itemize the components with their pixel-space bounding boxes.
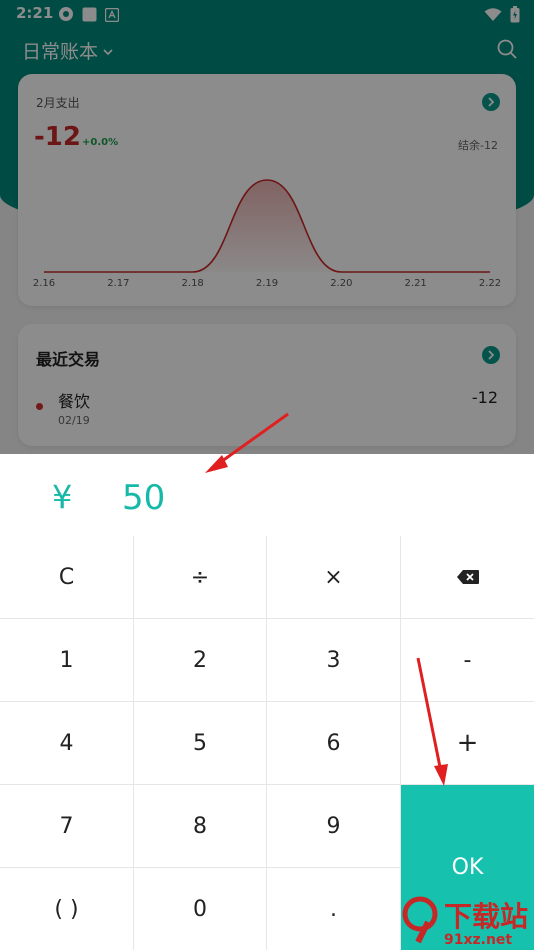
key-clear[interactable]: C <box>0 536 134 619</box>
key-7[interactable]: 7 <box>0 785 134 868</box>
watermark-logo-icon <box>400 894 440 948</box>
key-parentheses[interactable]: ( ) <box>0 868 134 950</box>
keypad-grid: C ÷ × 1 2 3 - 4 5 6 + 7 8 9 ( ) 0 . OK <box>0 536 534 950</box>
key-3[interactable]: 3 <box>267 619 401 702</box>
watermark-brand: 下载站 <box>443 900 528 933</box>
key-multiply[interactable]: × <box>267 536 401 619</box>
key-9[interactable]: 9 <box>267 785 401 868</box>
key-backspace[interactable] <box>401 536 534 619</box>
amount-keypad-sheet: ¥ 50 C ÷ × 1 2 3 - 4 5 6 + 7 8 9 () 0 .… <box>0 454 534 950</box>
key-5[interactable]: 5 <box>134 702 267 785</box>
screen: 2:21 日常账本 2月支出 -12 +0.0% 结余-12 2.16 2.17… <box>0 0 534 950</box>
key-minus[interactable]: - <box>401 619 534 702</box>
watermark-domain: 91xz.net <box>443 932 513 948</box>
currency-symbol: ¥ <box>52 478 73 516</box>
amount-display: ¥ 50 <box>0 454 534 537</box>
watermark: 下载站 91xz.net <box>400 894 528 948</box>
backspace-icon <box>456 570 479 584</box>
key-decimal[interactable]: . <box>267 868 401 950</box>
key-0[interactable]: 0 <box>134 868 267 950</box>
key-8[interactable]: 8 <box>134 785 267 868</box>
amount-value: 50 <box>122 478 166 518</box>
dim-overlay[interactable] <box>0 0 534 454</box>
key-plus[interactable]: + <box>401 702 534 785</box>
key-2[interactable]: 2 <box>134 619 267 702</box>
key-1[interactable]: 1 <box>0 619 134 702</box>
key-divide[interactable]: ÷ <box>134 536 267 619</box>
key-4[interactable]: 4 <box>0 702 134 785</box>
key-6[interactable]: 6 <box>267 702 401 785</box>
